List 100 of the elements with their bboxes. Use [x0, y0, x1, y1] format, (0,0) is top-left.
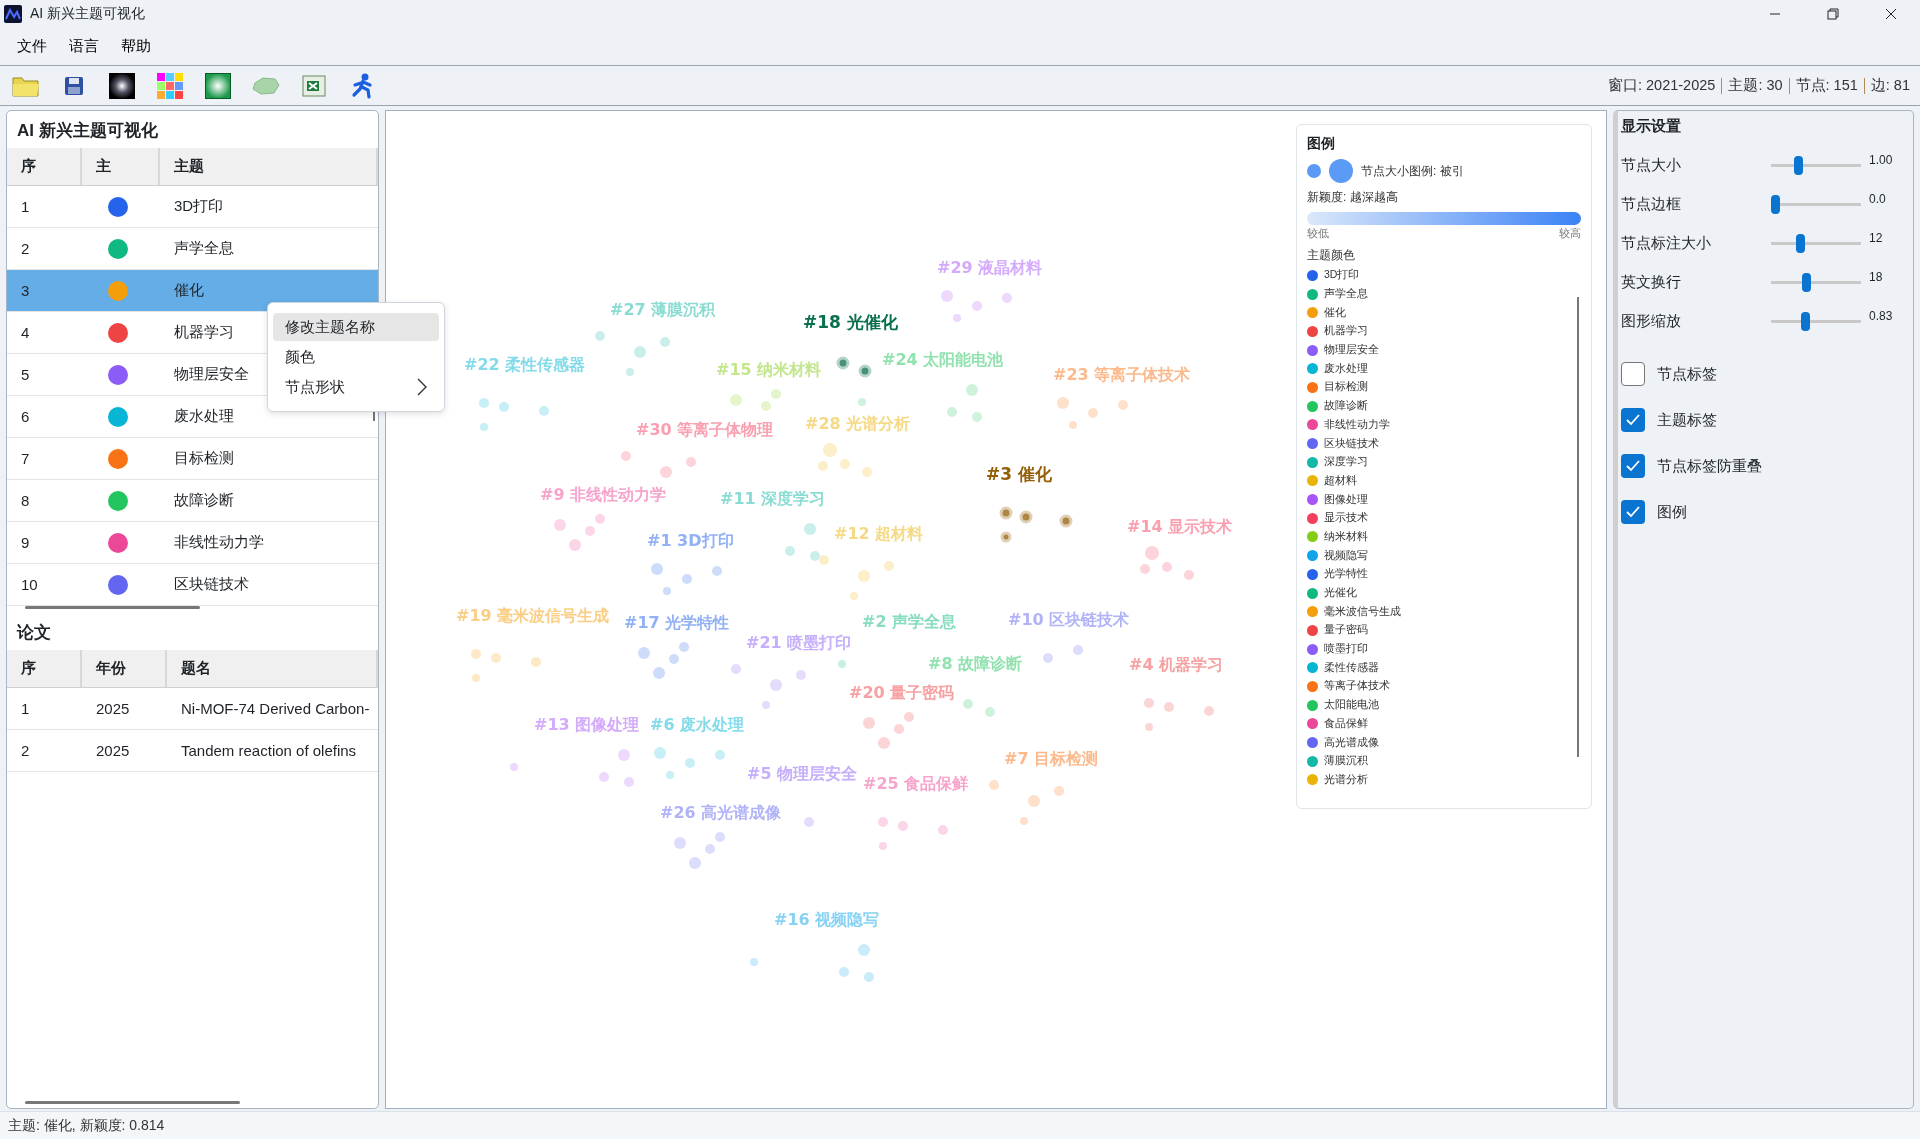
slider-thumb[interactable] [1771, 195, 1780, 214]
graph-node[interactable] [985, 707, 995, 717]
graph-node[interactable] [663, 587, 671, 595]
graph-node[interactable] [966, 384, 978, 396]
graph-node[interactable] [972, 301, 982, 311]
graph-node[interactable] [1088, 408, 1098, 418]
graph-node[interactable] [796, 670, 806, 680]
graph-node[interactable] [819, 555, 829, 565]
scrollbar[interactable] [25, 1101, 240, 1104]
topic-row[interactable]: 3 催化 [7, 270, 378, 312]
graph-node[interactable] [839, 967, 849, 977]
graph-node[interactable] [770, 679, 782, 691]
graph-node[interactable] [999, 506, 1013, 520]
slider-thumb[interactable] [1796, 234, 1806, 253]
graph-node[interactable] [1019, 510, 1033, 524]
graph-node[interactable] [858, 944, 870, 956]
graph-node[interactable] [1059, 514, 1073, 528]
graph-node[interactable] [651, 563, 663, 575]
graph-node[interactable] [858, 364, 872, 378]
graph-node[interactable] [972, 412, 982, 422]
graph-node[interactable] [653, 667, 665, 679]
graph-node[interactable] [471, 649, 481, 659]
graph-node[interactable] [804, 523, 816, 535]
graph-node[interactable] [599, 772, 609, 782]
graph-canvas[interactable] [385, 110, 1607, 1109]
graph-node[interactable] [1073, 645, 1083, 655]
graph-node[interactable] [858, 398, 866, 406]
graph-node[interactable] [731, 664, 741, 674]
graph-node[interactable] [836, 356, 850, 370]
graph-node[interactable] [904, 712, 914, 722]
graph-node[interactable] [715, 832, 725, 842]
graph-node[interactable] [1054, 786, 1064, 796]
graph-node[interactable] [715, 750, 725, 760]
graph-node[interactable] [862, 467, 872, 477]
graph-node[interactable] [1140, 564, 1150, 574]
graph-node[interactable] [1000, 531, 1012, 543]
graph-node[interactable] [898, 821, 908, 831]
graph-node[interactable] [654, 747, 666, 759]
graph-node[interactable] [1028, 795, 1040, 807]
graph-node[interactable] [938, 825, 948, 835]
graph-node[interactable] [585, 526, 595, 536]
graph-node[interactable] [624, 777, 634, 787]
graph-node[interactable] [879, 842, 887, 850]
graph-node[interactable] [705, 844, 715, 854]
graph-node[interactable] [1020, 817, 1028, 825]
graph-node[interactable] [750, 958, 758, 966]
graph-node[interactable] [510, 763, 518, 771]
menu-item[interactable]: 修改主题名称 [273, 313, 439, 341]
graph-node[interactable] [480, 423, 488, 431]
graph-node[interactable] [941, 290, 953, 302]
graph-node[interactable] [1162, 562, 1172, 572]
checkbox[interactable] [1621, 362, 1645, 386]
graph-node[interactable] [840, 459, 850, 469]
graph-node[interactable] [682, 574, 692, 584]
graph-node[interactable] [479, 398, 489, 408]
graph-node[interactable] [539, 406, 549, 416]
graph-node[interactable] [884, 561, 894, 571]
graph-node[interactable] [660, 466, 672, 478]
graph-node[interactable] [953, 314, 961, 322]
graph-node[interactable] [1043, 653, 1053, 663]
scrollbar[interactable] [1577, 297, 1579, 757]
graph-node[interactable] [878, 737, 890, 749]
scrollbar[interactable] [25, 606, 200, 609]
graph-node[interactable] [638, 647, 650, 659]
graph-node[interactable] [621, 451, 631, 461]
graph-node[interactable] [712, 566, 722, 576]
graph-node[interactable] [1164, 702, 1174, 712]
graph-node[interactable] [674, 837, 686, 849]
graph-node[interactable] [669, 654, 679, 664]
graph-node[interactable] [595, 514, 605, 524]
graph-node[interactable] [666, 771, 674, 779]
graph-node[interactable] [595, 331, 605, 341]
graph-node[interactable] [499, 402, 509, 412]
graph-node[interactable] [761, 401, 771, 411]
graph-node[interactable] [838, 660, 846, 668]
graph-node[interactable] [804, 817, 814, 827]
graph-node[interactable] [863, 717, 875, 729]
graph-node[interactable] [686, 457, 696, 467]
graph-node[interactable] [894, 724, 904, 734]
graph-node[interactable] [864, 972, 874, 982]
graph-node[interactable] [626, 368, 634, 376]
graph-node[interactable] [1002, 293, 1012, 303]
menu-item[interactable]: 语言 [60, 33, 108, 60]
graph-node[interactable] [730, 394, 742, 406]
menu-item[interactable]: 帮助 [112, 33, 160, 60]
graph-node[interactable] [685, 758, 695, 768]
slider-thumb[interactable] [1800, 312, 1810, 331]
graph-node[interactable] [858, 570, 870, 582]
graph-node[interactable] [1144, 698, 1154, 708]
graph-node[interactable] [491, 653, 501, 663]
graph-node[interactable] [1118, 400, 1128, 410]
graph-node[interactable] [1057, 397, 1069, 409]
checkbox[interactable] [1621, 500, 1645, 524]
graph-node[interactable] [1145, 546, 1159, 560]
graph-node[interactable] [634, 346, 646, 358]
graph-node[interactable] [1184, 570, 1194, 580]
graph-node[interactable] [785, 546, 795, 556]
graph-node[interactable] [1204, 706, 1214, 716]
graph-node[interactable] [963, 699, 973, 709]
graph-node[interactable] [531, 657, 541, 667]
